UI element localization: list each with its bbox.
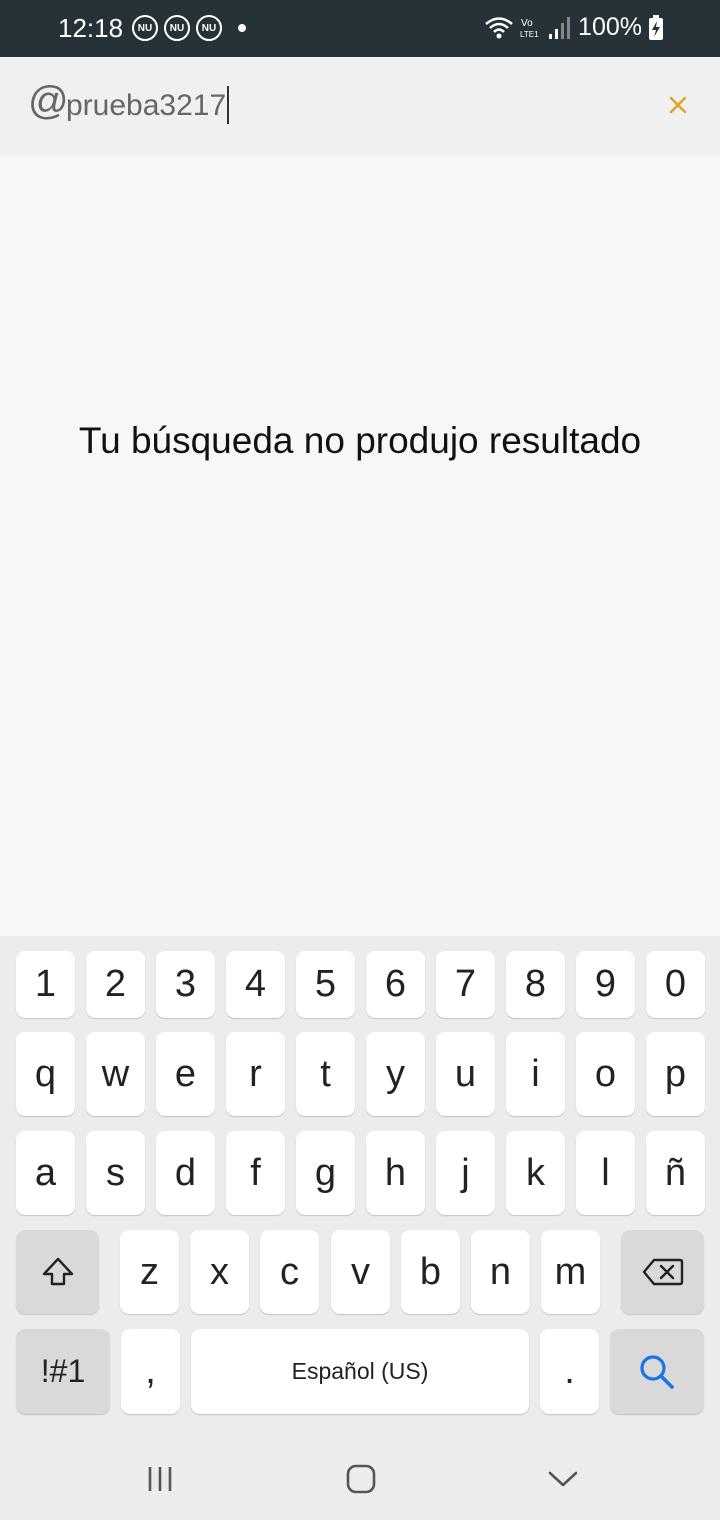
notification-app-icon: NU xyxy=(164,15,190,41)
key-o[interactable]: o xyxy=(576,1032,635,1116)
svg-text:Vo: Vo xyxy=(521,18,533,29)
search-icon xyxy=(640,1354,674,1389)
period-key[interactable]: . xyxy=(540,1329,599,1414)
search-key[interactable] xyxy=(610,1329,704,1414)
key-u[interactable]: u xyxy=(436,1032,495,1116)
key-y[interactable]: y xyxy=(366,1032,425,1116)
search-input-value: prueba3217 xyxy=(66,89,227,122)
key-1[interactable]: 1 xyxy=(16,951,75,1018)
space-key[interactable]: Español (US) xyxy=(191,1329,529,1414)
key-j[interactable]: j xyxy=(436,1131,495,1215)
key-b[interactable]: b xyxy=(401,1230,460,1314)
at-icon: @ xyxy=(28,79,69,123)
signal-icon xyxy=(549,16,571,39)
key-8[interactable]: 8 xyxy=(506,951,565,1018)
more-notifications-dot xyxy=(238,24,246,32)
battery-percent: 100% xyxy=(578,13,642,41)
key-d[interactable]: d xyxy=(156,1131,215,1215)
backspace-icon xyxy=(642,1258,683,1286)
search-bar: @ prueba3217 xyxy=(0,57,720,155)
key-9[interactable]: 9 xyxy=(576,951,635,1018)
key-v[interactable]: v xyxy=(331,1230,390,1314)
key-g[interactable]: g xyxy=(296,1131,355,1215)
home-button[interactable] xyxy=(331,1454,391,1504)
volte-icon: Vo LTE1 xyxy=(520,18,539,39)
notification-icons: NU NU NU xyxy=(132,15,246,41)
key-6[interactable]: 6 xyxy=(366,951,425,1018)
search-input[interactable]: prueba3217 xyxy=(66,86,230,126)
key-s[interactable]: s xyxy=(86,1131,145,1215)
key-p[interactable]: p xyxy=(646,1032,705,1116)
back-icon xyxy=(548,1471,578,1487)
notification-app-icon: NU xyxy=(132,15,158,41)
key-e[interactable]: e xyxy=(156,1032,215,1116)
wifi-icon xyxy=(485,16,513,38)
svg-text:LTE1: LTE1 xyxy=(520,30,539,39)
key-w[interactable]: w xyxy=(86,1032,145,1116)
notification-app-icon: NU xyxy=(196,15,222,41)
backspace-key[interactable] xyxy=(621,1230,704,1314)
key-n[interactable]: n xyxy=(471,1230,530,1314)
key-f[interactable]: f xyxy=(226,1131,285,1215)
key-7[interactable]: 7 xyxy=(436,951,495,1018)
key-0[interactable]: 0 xyxy=(646,951,705,1018)
key-3[interactable]: 3 xyxy=(156,951,215,1018)
key-x[interactable]: x xyxy=(190,1230,249,1314)
key-4[interactable]: 4 xyxy=(226,951,285,1018)
shift-key[interactable] xyxy=(16,1230,99,1314)
navigation-bar xyxy=(0,1436,720,1520)
key-l[interactable]: l xyxy=(576,1131,635,1215)
key-c[interactable]: c xyxy=(260,1230,319,1314)
key-i[interactable]: i xyxy=(506,1032,565,1116)
key-enye[interactable]: ñ xyxy=(646,1131,705,1215)
recents-icon xyxy=(148,1467,172,1491)
status-bar: 12:18 NU NU NU Vo LTE1 100% xyxy=(0,0,720,57)
symbols-key[interactable]: !#1 xyxy=(16,1329,110,1414)
home-icon xyxy=(346,1464,376,1494)
comma-key[interactable]: , xyxy=(121,1329,180,1414)
key-r[interactable]: r xyxy=(226,1032,285,1116)
key-2[interactable]: 2 xyxy=(86,951,145,1018)
key-5[interactable]: 5 xyxy=(296,951,355,1018)
back-button[interactable] xyxy=(533,1454,593,1504)
key-a[interactable]: a xyxy=(16,1131,75,1215)
key-m[interactable]: m xyxy=(541,1230,600,1314)
battery-charging-icon xyxy=(649,14,663,40)
shift-icon xyxy=(42,1257,73,1286)
text-cursor xyxy=(227,86,230,125)
empty-results-message: Tu búsqueda no produjo resultado xyxy=(78,420,642,461)
key-q[interactable]: q xyxy=(16,1032,75,1116)
key-t[interactable]: t xyxy=(296,1032,355,1116)
key-h[interactable]: h xyxy=(366,1131,425,1215)
status-right: Vo LTE1 100% xyxy=(484,13,664,42)
keyboard: 1 2 3 4 5 6 7 8 9 0 q w e r t y u i o p … xyxy=(0,936,720,1436)
close-icon xyxy=(669,96,687,114)
status-time: 12:18 xyxy=(58,13,124,43)
clear-search-button[interactable] xyxy=(658,85,698,125)
key-k[interactable]: k xyxy=(506,1131,565,1215)
key-z[interactable]: z xyxy=(120,1230,179,1314)
recents-button[interactable] xyxy=(130,1454,190,1504)
